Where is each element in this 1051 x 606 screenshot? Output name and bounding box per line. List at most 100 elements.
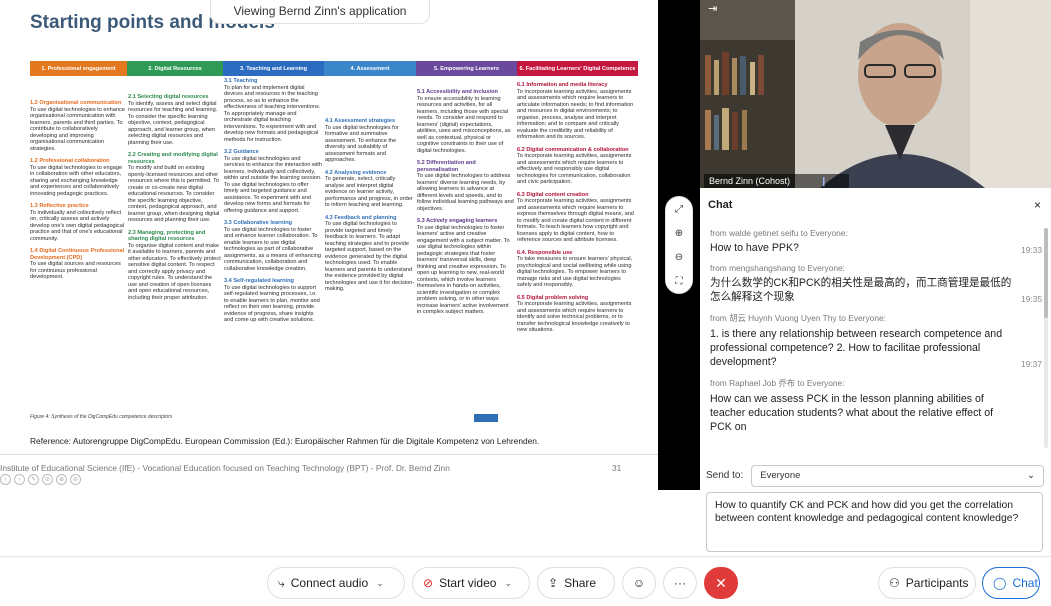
chat-message: from mengshangshang to Everyone: 为什么数学的C… [710, 263, 1042, 304]
expand-icon[interactable]: ⤢ [675, 204, 683, 215]
chat-panel: Chat × from walde getinet seifu to Every… [700, 188, 1051, 554]
competence-column-6: 6.1 Information and media literacy To inc… [517, 82, 637, 340]
chat-input[interactable]: How to quantify CK and PCK and how did y… [706, 492, 1043, 552]
competence-text: To use digital technologies to address l… [417, 173, 514, 212]
competence-column-4: 4.1 Assessment strategies To use digital … [325, 118, 415, 299]
participants-button[interactable]: ⚇ Participants [878, 567, 976, 599]
chat-title: Chat [708, 199, 733, 211]
competence-block: 4.1 Assessment strategies To use digital … [325, 118, 415, 164]
control-icon[interactable]: › [14, 474, 25, 485]
chat-message: from walde getinet seifu to Everyone: Ho… [710, 228, 1042, 255]
zoom-toolbar: ⤢ ⊕ ⊖ ⛶ [665, 196, 693, 294]
share-banner: Viewing Bernd Zinn's application [210, 0, 430, 24]
competence-block: 4.3 Feedback and planning To use digital … [325, 215, 415, 293]
competence-text: To individually and collectively reflect… [30, 209, 125, 242]
start-video-button[interactable]: ⊘ Start video ⌄ [412, 567, 530, 599]
control-icon[interactable]: ⊕ [56, 474, 67, 485]
competence-heading: 1.4 Digital Continuous Professional Deve… [30, 248, 125, 261]
framework-header-6: 6. Facilitating Learners' Digital Compet… [517, 61, 638, 76]
competence-column-1: 1.2 Organisational communication To use d… [30, 100, 126, 287]
leave-meeting-button[interactable]: ✕ [704, 567, 738, 599]
close-icon[interactable]: × [1034, 198, 1041, 212]
competence-heading: 2.2 Creating and modifying digital resou… [128, 152, 218, 165]
slide-footer: Institute of Educational Science (IfE) -… [0, 463, 450, 473]
more-icon: ··· [674, 576, 686, 590]
framework-header-5: 5. Empowering Learners [416, 61, 517, 76]
chat-scroll-thumb[interactable] [1044, 228, 1048, 318]
competence-column-5: 5.1 Accessibility and inclusion To ensure… [417, 89, 514, 322]
competence-text: To use digital technologies to enhance o… [30, 106, 125, 152]
share-label: Share [564, 576, 597, 590]
slide-controls: ‹ › ✎ ⊘ ⊕ ⊖ [0, 474, 81, 485]
competence-text: To use digital technologies and services… [224, 155, 322, 214]
chat-bubble-icon: ◯ [993, 576, 1007, 590]
headphone-icon: ⤷ [278, 575, 285, 590]
competence-block: 1.2 Professional collaboration To use dig… [30, 158, 126, 197]
competence-heading: 5.2 Differentiation and personalisation [417, 160, 476, 173]
participant-name: Bernd Zinn (Cohost) [709, 176, 791, 186]
framework-header-4: 4. Assessment [324, 61, 416, 76]
share-button[interactable]: ⇪ Share [537, 567, 615, 599]
message-text: How can we assess PCK in the lesson plan… [710, 393, 994, 433]
competence-text: To ensure accessibility to learning reso… [417, 95, 511, 154]
slide-logo [474, 414, 498, 422]
competence-block: 3.3 Collaborative learning To use digital… [224, 220, 322, 272]
control-icon[interactable]: ⊖ [70, 474, 81, 485]
competence-block: 6.3 Digital content creation To incorpora… [517, 192, 637, 244]
competence-block: 1.4 Digital Continuous Professional Deve… [30, 248, 126, 281]
message-sender: from Raphael Job 乔布 to Everyone: [710, 378, 845, 388]
slide-page-number: 31 [612, 463, 622, 473]
message-text: 为什么数学的CK和PCK的相关性是最高的，而工商管理是最低的怎么解释这个现象 [710, 277, 1012, 303]
send-to-value: Everyone [760, 470, 801, 481]
competence-text: To use digital technologies to engage in… [30, 164, 123, 197]
competence-block: 2.3 Managing, protecting and sharing dig… [128, 230, 222, 302]
competence-text: To incorporate learning activities, assi… [517, 88, 634, 141]
competence-block: 3.4 Self-regulated learning To use digita… [224, 278, 322, 324]
control-icon[interactable]: ✎ [28, 474, 39, 485]
competence-block: 3.2 Guidance To use digital technologies … [224, 149, 322, 214]
competence-heading: 2.3 Managing, protecting and sharing dig… [128, 229, 206, 243]
message-time: 19:37 [1021, 359, 1042, 369]
collapse-video-icon[interactable]: ⇥ [708, 2, 717, 15]
chevron-down-icon[interactable]: ⌄ [504, 578, 512, 589]
chat-message: from 胡云 Huynh Vuong Uyen Thy to Everyone… [710, 312, 1042, 369]
participants-label: Participants [905, 576, 969, 590]
more-button[interactable]: ··· [663, 567, 697, 599]
zoom-in-icon[interactable]: ⊕ [675, 228, 683, 239]
reactions-button[interactable]: ☺ [622, 567, 656, 599]
competence-block: 2.2 Creating and modifying digital resou… [128, 152, 222, 224]
competence-text: To use digital sources and resources for… [30, 261, 121, 280]
competence-text: To generate, select, critically analyse … [325, 176, 413, 208]
competence-block: 6.2 Digital communication & collaboratio… [517, 147, 637, 186]
zoom-out-icon[interactable]: ⊖ [675, 252, 683, 263]
send-to-row: Send to: Everyone ⌄ [706, 463, 1044, 488]
video-off-icon: ⊘ [423, 576, 434, 590]
message-sender: from 胡云 Huynh Vuong Uyen Thy to Everyone… [710, 313, 886, 323]
competence-block: 4.2 Analysing evidence To generate, selec… [325, 170, 415, 209]
participant-name-label: Bernd Zinn (Cohost) ❙ [704, 174, 849, 188]
competence-text: To use digital technologies to provide t… [325, 221, 415, 292]
competence-block: 1.3 Reflective practice To individually a… [30, 203, 126, 242]
chevron-down-icon[interactable]: ⌄ [376, 578, 384, 589]
connect-audio-button[interactable]: ⤷ Connect audio ⌄ [267, 567, 405, 599]
competence-text: To use digital technologies to support s… [224, 284, 320, 324]
send-to-select[interactable]: Everyone ⌄ [751, 464, 1044, 487]
chat-button[interactable]: ◯ Chat [982, 567, 1040, 599]
fit-icon[interactable]: ⛶ [676, 276, 683, 287]
participant-video [700, 0, 1051, 188]
message-sender: from mengshangshang to Everyone: [710, 263, 846, 273]
competence-block: 6.5 Digital problem solving To incorporat… [517, 295, 637, 334]
connect-audio-label: Connect audio [290, 576, 369, 590]
control-icon[interactable]: ‹ [0, 474, 11, 485]
competence-text: To organise digital content and make it … [128, 242, 221, 301]
message-sender: from walde getinet seifu to Everyone: [710, 228, 848, 238]
competence-text: To use digital technologies to foster an… [224, 226, 322, 272]
control-icon[interactable]: ⊘ [42, 474, 53, 485]
competence-text: To incorporate learning activities, assi… [517, 301, 632, 333]
send-to-label: Send to: [706, 470, 744, 481]
competence-block: 5.1 Accessibility and inclusion To ensure… [417, 89, 514, 154]
mic-status-icon: ❙ [820, 176, 828, 186]
framework-header-3: 3. Teaching and Learning [223, 61, 324, 76]
chat-message-list: from walde getinet seifu to Everyone: Ho… [710, 228, 1042, 454]
competence-block: 1.2 Organisational communication To use d… [30, 100, 126, 152]
